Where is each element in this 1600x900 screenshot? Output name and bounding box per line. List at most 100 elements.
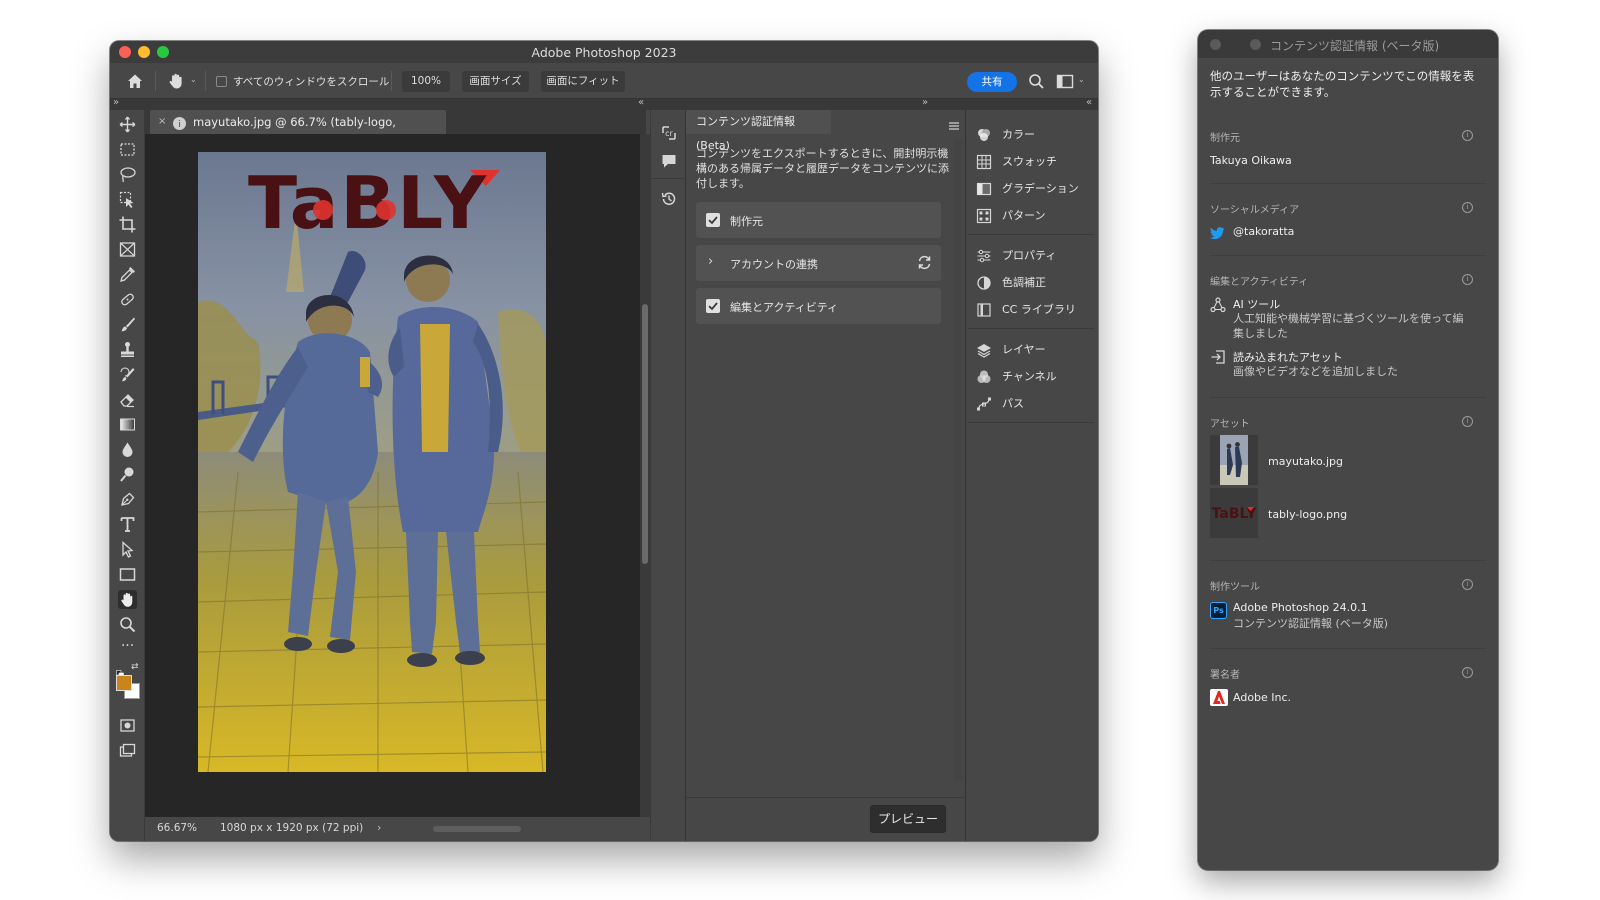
crop-tool-icon[interactable]	[118, 215, 137, 234]
marquee-tool-icon[interactable]	[118, 140, 137, 159]
document-image[interactable]: TaBLY	[198, 152, 546, 772]
blur-tool-icon[interactable]	[118, 440, 137, 459]
scroll-all-windows-checkbox[interactable]	[216, 76, 227, 87]
dock-item-properties[interactable]: プロパティ	[976, 245, 1096, 267]
ai-tool-title: AI ツール	[1233, 298, 1281, 311]
credentials-window-title: コンテンツ認証情報 (ベータ版)	[1270, 39, 1440, 53]
asset-thumbnail-logo[interactable]: TaBLY	[1210, 488, 1258, 538]
info-icon[interactable]: i	[1462, 130, 1473, 141]
collapse-toolbar-icon[interactable]: »	[113, 97, 119, 108]
frame-tool-icon[interactable]	[118, 240, 137, 259]
dock-item-adjustments[interactable]: 色調補正	[976, 272, 1096, 294]
brush-tool-icon[interactable]	[118, 315, 137, 334]
info-icon[interactable]: i	[1462, 667, 1473, 678]
chevron-right-icon[interactable]: ›	[708, 254, 713, 269]
chevron-down-icon[interactable]: ⌄	[1078, 75, 1085, 84]
credentials-title-bar: コンテンツ認証情報 (ベータ版)	[1198, 30, 1498, 58]
content-credentials-panel-icon[interactable]: cr	[660, 124, 678, 142]
rectangle-tool-icon[interactable]	[118, 565, 137, 584]
connect-accounts-row[interactable]: › アカウントの連携	[696, 245, 941, 281]
share-button[interactable]: 共有	[967, 72, 1017, 92]
pen-tool-icon[interactable]	[118, 490, 137, 509]
close-window-button[interactable]	[1210, 39, 1221, 50]
scroll-all-windows-label: すべてのウィンドウをスクロール	[233, 76, 390, 88]
dock-item-gradient[interactable]: グラデーション	[976, 178, 1096, 200]
edits-activity-row[interactable]: 編集とアクティビティ	[696, 288, 941, 324]
quick-mask-icon[interactable]	[118, 716, 137, 735]
clone-stamp-tool-icon[interactable]	[118, 340, 137, 359]
vertical-scroll-thumb[interactable]	[642, 304, 648, 564]
more-tools-icon[interactable]: ···	[118, 639, 137, 659]
zoom-level-field[interactable]: 66.67%	[157, 822, 197, 834]
comments-icon[interactable]	[660, 152, 678, 170]
asset-name-logo[interactable]: tably-logo.png	[1268, 508, 1347, 521]
signer-heading: 署名者	[1210, 670, 1240, 681]
default-colors-icon[interactable]	[116, 663, 124, 678]
tool-app-description: コンテンツ認証情報 (ベータ版)	[1233, 617, 1389, 630]
collapse-strip-icon[interactable]: «	[638, 97, 644, 108]
info-icon[interactable]: i	[1462, 274, 1473, 285]
history-brush-tool-icon[interactable]	[118, 365, 137, 384]
fit-screen-button[interactable]: 画面にフィット	[541, 71, 625, 92]
status-menu-chevron-icon[interactable]: ›	[377, 821, 381, 834]
dock-item-swatches[interactable]: スウォッチ	[976, 151, 1096, 173]
dodge-tool-icon[interactable]	[118, 465, 137, 484]
dock-item-cc-libraries[interactable]: CC ライブラリ	[976, 299, 1096, 321]
collapse-dock-icon[interactable]: «	[1086, 97, 1092, 108]
lasso-tool-icon[interactable]	[118, 165, 137, 184]
expand-panel-icon[interactable]: »	[922, 97, 928, 108]
type-tool-icon[interactable]	[118, 515, 137, 534]
dock-item-channels[interactable]: チャンネル	[976, 366, 1096, 388]
close-tab-icon[interactable]: ×	[158, 110, 166, 134]
swap-colors-icon[interactable]: ⇄	[131, 662, 139, 672]
ai-tool-icon	[1210, 297, 1226, 313]
workspace-icon[interactable]	[1056, 73, 1074, 90]
asset-name-photo[interactable]: mayutako.jpg	[1268, 455, 1343, 468]
canvas-area[interactable]: TaBLY	[145, 134, 640, 817]
color-icon	[976, 127, 992, 143]
screen-mode-icon[interactable]	[118, 741, 137, 760]
hand-tool-preset-icon[interactable]	[166, 71, 186, 91]
dock-item-patterns[interactable]: パターン	[976, 205, 1096, 227]
photoshop-window: Adobe Photoshop 2023 ⌄ すべてのウィンドウをスクロール 1…	[110, 41, 1098, 841]
document-tab[interactable]: × i mayutako.jpg @ 66.7% (tably-logo, RG…	[150, 110, 446, 153]
healing-brush-tool-icon[interactable]	[118, 290, 137, 309]
vertical-scrollbar[interactable]	[640, 134, 650, 817]
refresh-icon[interactable]	[916, 254, 933, 271]
info-icon[interactable]: i	[1462, 416, 1473, 427]
eraser-tool-icon[interactable]	[118, 390, 137, 409]
asset-thumbnail-photo[interactable]	[1210, 435, 1258, 485]
foreground-color-swatch[interactable]	[116, 675, 132, 691]
minimize-window-button[interactable]	[1250, 39, 1261, 50]
preview-button[interactable]: プレビュー	[870, 805, 946, 833]
dock-item-layers[interactable]: レイヤー	[976, 339, 1096, 361]
libraries-icon	[976, 302, 992, 318]
gradient-tool-icon[interactable]	[118, 415, 137, 434]
tools-heading: 制作ツール	[1210, 582, 1260, 593]
social-handle[interactable]: @takoratta	[1233, 225, 1294, 238]
info-icon[interactable]: i	[1462, 202, 1473, 213]
move-tool-icon[interactable]	[118, 115, 137, 134]
screen-size-button[interactable]: 画面サイズ	[462, 71, 529, 92]
producer-row[interactable]: 制作元	[696, 202, 941, 238]
chevron-down-icon[interactable]: ⌄	[190, 75, 197, 84]
zoom-100-button[interactable]: 100%	[402, 71, 450, 92]
object-selection-tool-icon[interactable]	[118, 190, 137, 209]
path-selection-tool-icon[interactable]	[118, 540, 137, 559]
producer-checkbox[interactable]	[706, 213, 720, 227]
twitter-icon	[1210, 225, 1225, 240]
hand-tool-icon[interactable]	[118, 590, 137, 609]
dock-item-paths[interactable]: パス	[976, 393, 1096, 415]
content-credentials-tab[interactable]: コンテンツ認証情報 (Beta)	[686, 110, 831, 152]
zoom-tool-icon[interactable]	[118, 615, 137, 634]
home-icon[interactable]	[126, 72, 144, 90]
horizontal-scroll-thumb[interactable]	[433, 826, 521, 832]
panel-menu-icon[interactable]	[948, 116, 960, 130]
info-icon[interactable]: i	[1462, 579, 1473, 590]
properties-icon	[976, 248, 992, 264]
dock-item-color[interactable]: カラー	[976, 124, 1096, 146]
eyedropper-tool-icon[interactable]	[118, 265, 137, 284]
search-icon[interactable]	[1028, 73, 1045, 90]
history-icon[interactable]	[660, 190, 678, 208]
edits-activity-checkbox[interactable]	[706, 299, 720, 313]
